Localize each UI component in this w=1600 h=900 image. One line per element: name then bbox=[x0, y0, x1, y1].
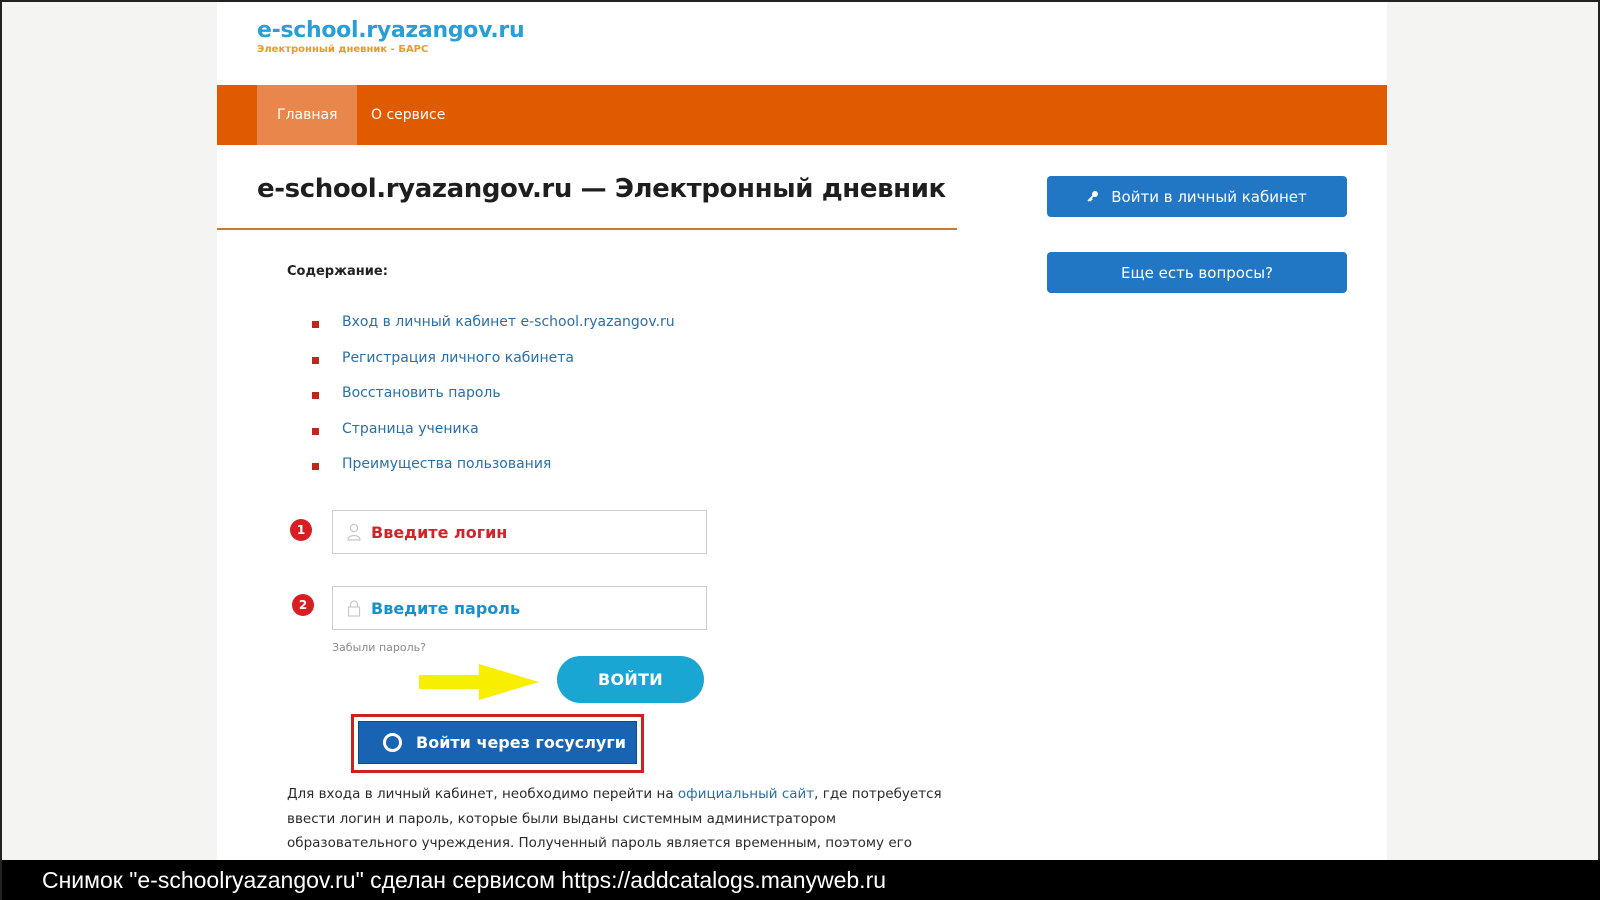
list-item: Преимущества пользования bbox=[312, 456, 675, 492]
sidebar-login-button[interactable]: Войти в личный кабинет bbox=[1047, 176, 1347, 217]
site-logo[interactable]: e-school.ryazangov.ru Электронный дневни… bbox=[257, 18, 525, 55]
login-instructions: Для входа в личный кабинет, необходимо п… bbox=[287, 782, 957, 860]
toc-heading: Содержание: bbox=[287, 264, 388, 279]
toc-list: Вход в личный кабинет e-school.ryazangov… bbox=[312, 314, 675, 492]
gosuslugi-login-button[interactable]: Войти через госуслуги bbox=[358, 721, 637, 764]
sidebar-login-label: Войти в личный кабинет bbox=[1111, 187, 1307, 206]
para-text-1: Для входа в личный кабинет, необходимо п… bbox=[287, 786, 678, 802]
toc-link[interactable]: Регистрация личного кабинета bbox=[342, 350, 574, 366]
key-icon bbox=[1087, 188, 1099, 206]
official-site-link[interactable]: официальный сайт bbox=[678, 786, 814, 802]
login-input[interactable] bbox=[371, 522, 691, 542]
bullet-icon bbox=[312, 427, 319, 435]
title-divider bbox=[217, 228, 957, 230]
screenshot-caption: Снимок "e-schoolryazangov.ru" сделан сер… bbox=[2, 860, 1600, 900]
enter-button[interactable]: ВОЙТИ bbox=[557, 656, 704, 703]
gosuslugi-button-label: Войти через госуслуги bbox=[416, 733, 626, 752]
nav-item-about[interactable]: О сервисе bbox=[351, 85, 465, 145]
page-container: e-school.ryazangov.ru Электронный дневни… bbox=[217, 2, 1387, 860]
list-item: Страница ученика bbox=[312, 421, 675, 457]
list-item: Восстановить пароль bbox=[312, 385, 675, 421]
bullet-icon bbox=[312, 321, 319, 328]
forgot-password-link[interactable]: Забыли пароль? bbox=[332, 641, 426, 654]
main-nav: Главная О сервисе bbox=[217, 85, 1387, 145]
nav-item-home[interactable]: Главная bbox=[257, 85, 358, 145]
toc-link[interactable]: Преимущества пользования bbox=[342, 456, 551, 472]
screenshot-frame: e-school.ryazangov.ru Электронный дневни… bbox=[0, 0, 1600, 900]
step-badge-1: 1 bbox=[290, 519, 312, 541]
toc-link[interactable]: Вход в личный кабинет e-school.ryazangov… bbox=[342, 314, 675, 330]
sidebar-questions-button[interactable]: Еще есть вопросы? bbox=[1047, 252, 1347, 293]
logo-title: e-school.ryazangov.ru bbox=[257, 18, 525, 43]
step-badge-2: 2 bbox=[292, 594, 314, 616]
toc-link[interactable]: Восстановить пароль bbox=[342, 385, 501, 401]
lock-icon bbox=[347, 599, 361, 617]
gosuslugi-ring-icon bbox=[383, 733, 402, 752]
password-input[interactable] bbox=[371, 598, 691, 618]
list-item: Регистрация личного кабинета bbox=[312, 350, 675, 386]
yellow-arrow-icon bbox=[419, 662, 539, 706]
user-icon bbox=[347, 523, 361, 541]
login-field bbox=[332, 510, 707, 554]
bullet-icon bbox=[312, 463, 319, 470]
bullet-icon bbox=[312, 392, 319, 399]
toc-link[interactable]: Страница ученика bbox=[342, 421, 479, 437]
bullet-icon bbox=[312, 356, 319, 364]
logo-subtitle: Электронный дневник - БАРС bbox=[257, 44, 429, 55]
list-item: Вход в личный кабинет e-school.ryazangov… bbox=[312, 314, 675, 350]
password-field bbox=[332, 586, 707, 630]
page-title: e-school.ryazangov.ru — Электронный днев… bbox=[257, 174, 946, 204]
